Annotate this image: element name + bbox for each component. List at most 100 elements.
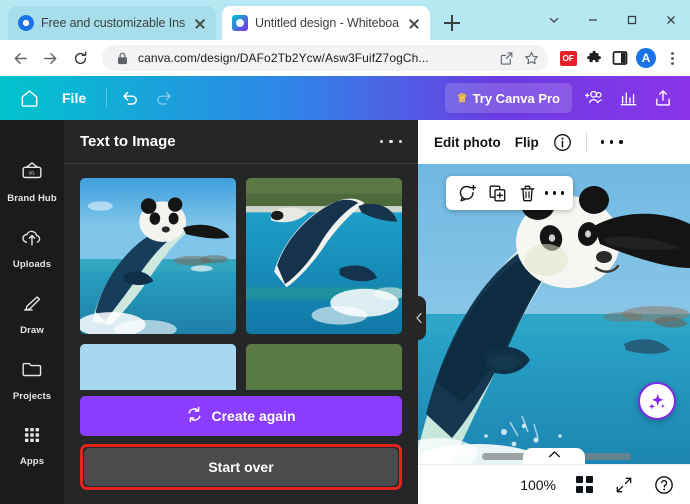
address-bar[interactable]: canva.com/design/DAFo2Tb2Ycw/Asw3FuifZ7o…: [102, 45, 548, 71]
upload-icon[interactable]: [646, 81, 680, 115]
back-arrow-icon[interactable]: [6, 44, 34, 72]
panel-results-area: [64, 164, 418, 390]
sidebar-item-label: Draw: [20, 325, 44, 336]
magic-sparkle-icon: [648, 393, 665, 410]
result-thumbnail[interactable]: [246, 344, 402, 390]
browser-tab-active[interactable]: Untitled design - Whiteboard: [222, 6, 430, 40]
close-icon[interactable]: [651, 0, 690, 40]
panel-collapse-button[interactable]: [412, 296, 426, 340]
side-panel-icon[interactable]: [608, 46, 632, 70]
maximize-icon[interactable]: [612, 0, 651, 40]
forward-arrow-icon[interactable]: [36, 44, 64, 72]
zoom-level[interactable]: 100%: [520, 477, 556, 493]
sidebar-item-apps[interactable]: Apps: [0, 412, 64, 478]
apps-grid-icon: [20, 423, 44, 452]
svg-text:co.: co.: [29, 171, 36, 177]
file-menu-button[interactable]: File: [48, 90, 100, 106]
create-again-button[interactable]: Create again: [80, 396, 402, 436]
toolbar-divider: [106, 88, 108, 108]
flip-button[interactable]: Flip: [515, 135, 539, 150]
sidebar-item-uploads[interactable]: Uploads: [0, 214, 64, 280]
lock-icon: [113, 49, 131, 67]
kebab-menu-icon[interactable]: [660, 46, 684, 70]
chevron-left-icon: [416, 312, 422, 324]
app-root: Free and customizable Instag Untitled de…: [0, 0, 690, 504]
browser-tab-inactive[interactable]: Free and customizable Instag: [8, 6, 216, 40]
undo-icon[interactable]: [113, 81, 147, 115]
share-icon[interactable]: [497, 49, 515, 67]
redo-icon[interactable]: [147, 81, 181, 115]
sidebar-item-label: Brand Hub: [7, 193, 57, 204]
text-to-image-panel: Text to Image Create again Start over: [64, 120, 418, 504]
bar-chart-icon[interactable]: [612, 81, 646, 115]
avatar-initial: A: [636, 48, 656, 68]
editor-toolbar: Edit photo Flip: [418, 120, 690, 164]
chevron-up-icon: [548, 451, 560, 458]
chrome-icon: [18, 15, 34, 31]
canva-top-toolbar: File ♕ Try Canva Pro: [0, 76, 690, 120]
tab-title: Untitled design - Whiteboard: [255, 16, 399, 30]
canvas-collapse-button[interactable]: [523, 448, 585, 464]
avatar[interactable]: A: [634, 46, 658, 70]
of-extension-icon[interactable]: OF: [556, 46, 580, 70]
page-title: Text to Image: [80, 133, 176, 150]
more-options-icon[interactable]: [380, 133, 402, 151]
minimize-icon[interactable]: [573, 0, 612, 40]
add-people-icon[interactable]: [578, 81, 612, 115]
try-canva-pro-label: Try Canva Pro: [472, 90, 560, 106]
result-thumbnail[interactable]: [80, 178, 236, 334]
folder-icon: [19, 356, 45, 387]
of-extension-label: OF: [559, 50, 577, 66]
start-over-highlight: Start over: [80, 444, 402, 490]
chevron-down-icon[interactable]: [534, 0, 573, 40]
results-grid: [80, 178, 402, 390]
address-bar-url: canva.com/design/DAFo2Tb2Ycw/Asw3FuifZ7o…: [138, 51, 429, 65]
close-icon[interactable]: [192, 15, 208, 31]
design-canvas[interactable]: [418, 164, 690, 464]
pen-icon: [19, 290, 45, 321]
trash-icon[interactable]: [515, 181, 539, 205]
home-icon[interactable]: [10, 79, 48, 117]
try-canva-pro-button[interactable]: ♕ Try Canva Pro: [444, 83, 572, 113]
sidebar-item-label: Projects: [12, 391, 52, 402]
add-comment-icon[interactable]: [455, 181, 479, 205]
browser-toolbar: canva.com/design/DAFo2Tb2Ycw/Asw3FuifZ7o…: [0, 40, 690, 76]
crown-icon: ♕: [456, 91, 468, 105]
sidebar-item-label: Apps: [19, 456, 45, 467]
sidebar-item-projects[interactable]: Projects: [0, 346, 64, 412]
window-controls: [534, 0, 690, 40]
help-icon[interactable]: [652, 473, 676, 497]
start-over-button[interactable]: Start over: [84, 448, 398, 486]
magic-sparkle-button[interactable]: [638, 382, 676, 420]
new-tab-button[interactable]: [440, 11, 464, 35]
result-thumbnail[interactable]: [246, 178, 402, 334]
expand-icon[interactable]: [612, 473, 636, 497]
left-sidebar: co. Brand Hub Uploads Draw Projects Apps: [0, 120, 64, 504]
more-options-icon[interactable]: [545, 185, 564, 201]
sidebar-item-draw[interactable]: Draw: [0, 280, 64, 346]
result-thumbnail[interactable]: [80, 344, 236, 390]
canva-icon: [232, 15, 248, 31]
sidebar-item-brand-hub[interactable]: co. Brand Hub: [0, 148, 64, 214]
puzzle-icon[interactable]: [582, 46, 606, 70]
info-icon[interactable]: [553, 133, 572, 152]
more-options-icon[interactable]: [600, 133, 623, 151]
browser-tab-strip: Free and customizable Instag Untitled de…: [0, 0, 690, 40]
editor-area: Edit photo Flip 100%: [418, 120, 690, 504]
cloud-upload-icon: [19, 224, 45, 255]
refresh-icon: [186, 406, 203, 426]
star-icon[interactable]: [522, 49, 540, 67]
toolbar-divider: [585, 132, 587, 152]
reload-icon[interactable]: [66, 44, 94, 72]
panel-footer: Create again Start over: [64, 390, 418, 504]
create-again-label: Create again: [211, 408, 296, 424]
close-icon[interactable]: [406, 15, 422, 31]
canvas-status-bar: 100%: [418, 464, 690, 504]
element-float-toolbar: [446, 176, 573, 210]
grid-view-icon[interactable]: [572, 473, 596, 497]
brand-hub-icon: co.: [19, 158, 45, 189]
panel-header: Text to Image: [64, 120, 418, 164]
duplicate-icon[interactable]: [485, 181, 509, 205]
tab-title: Free and customizable Instag: [41, 16, 185, 30]
edit-photo-button[interactable]: Edit photo: [434, 135, 501, 150]
